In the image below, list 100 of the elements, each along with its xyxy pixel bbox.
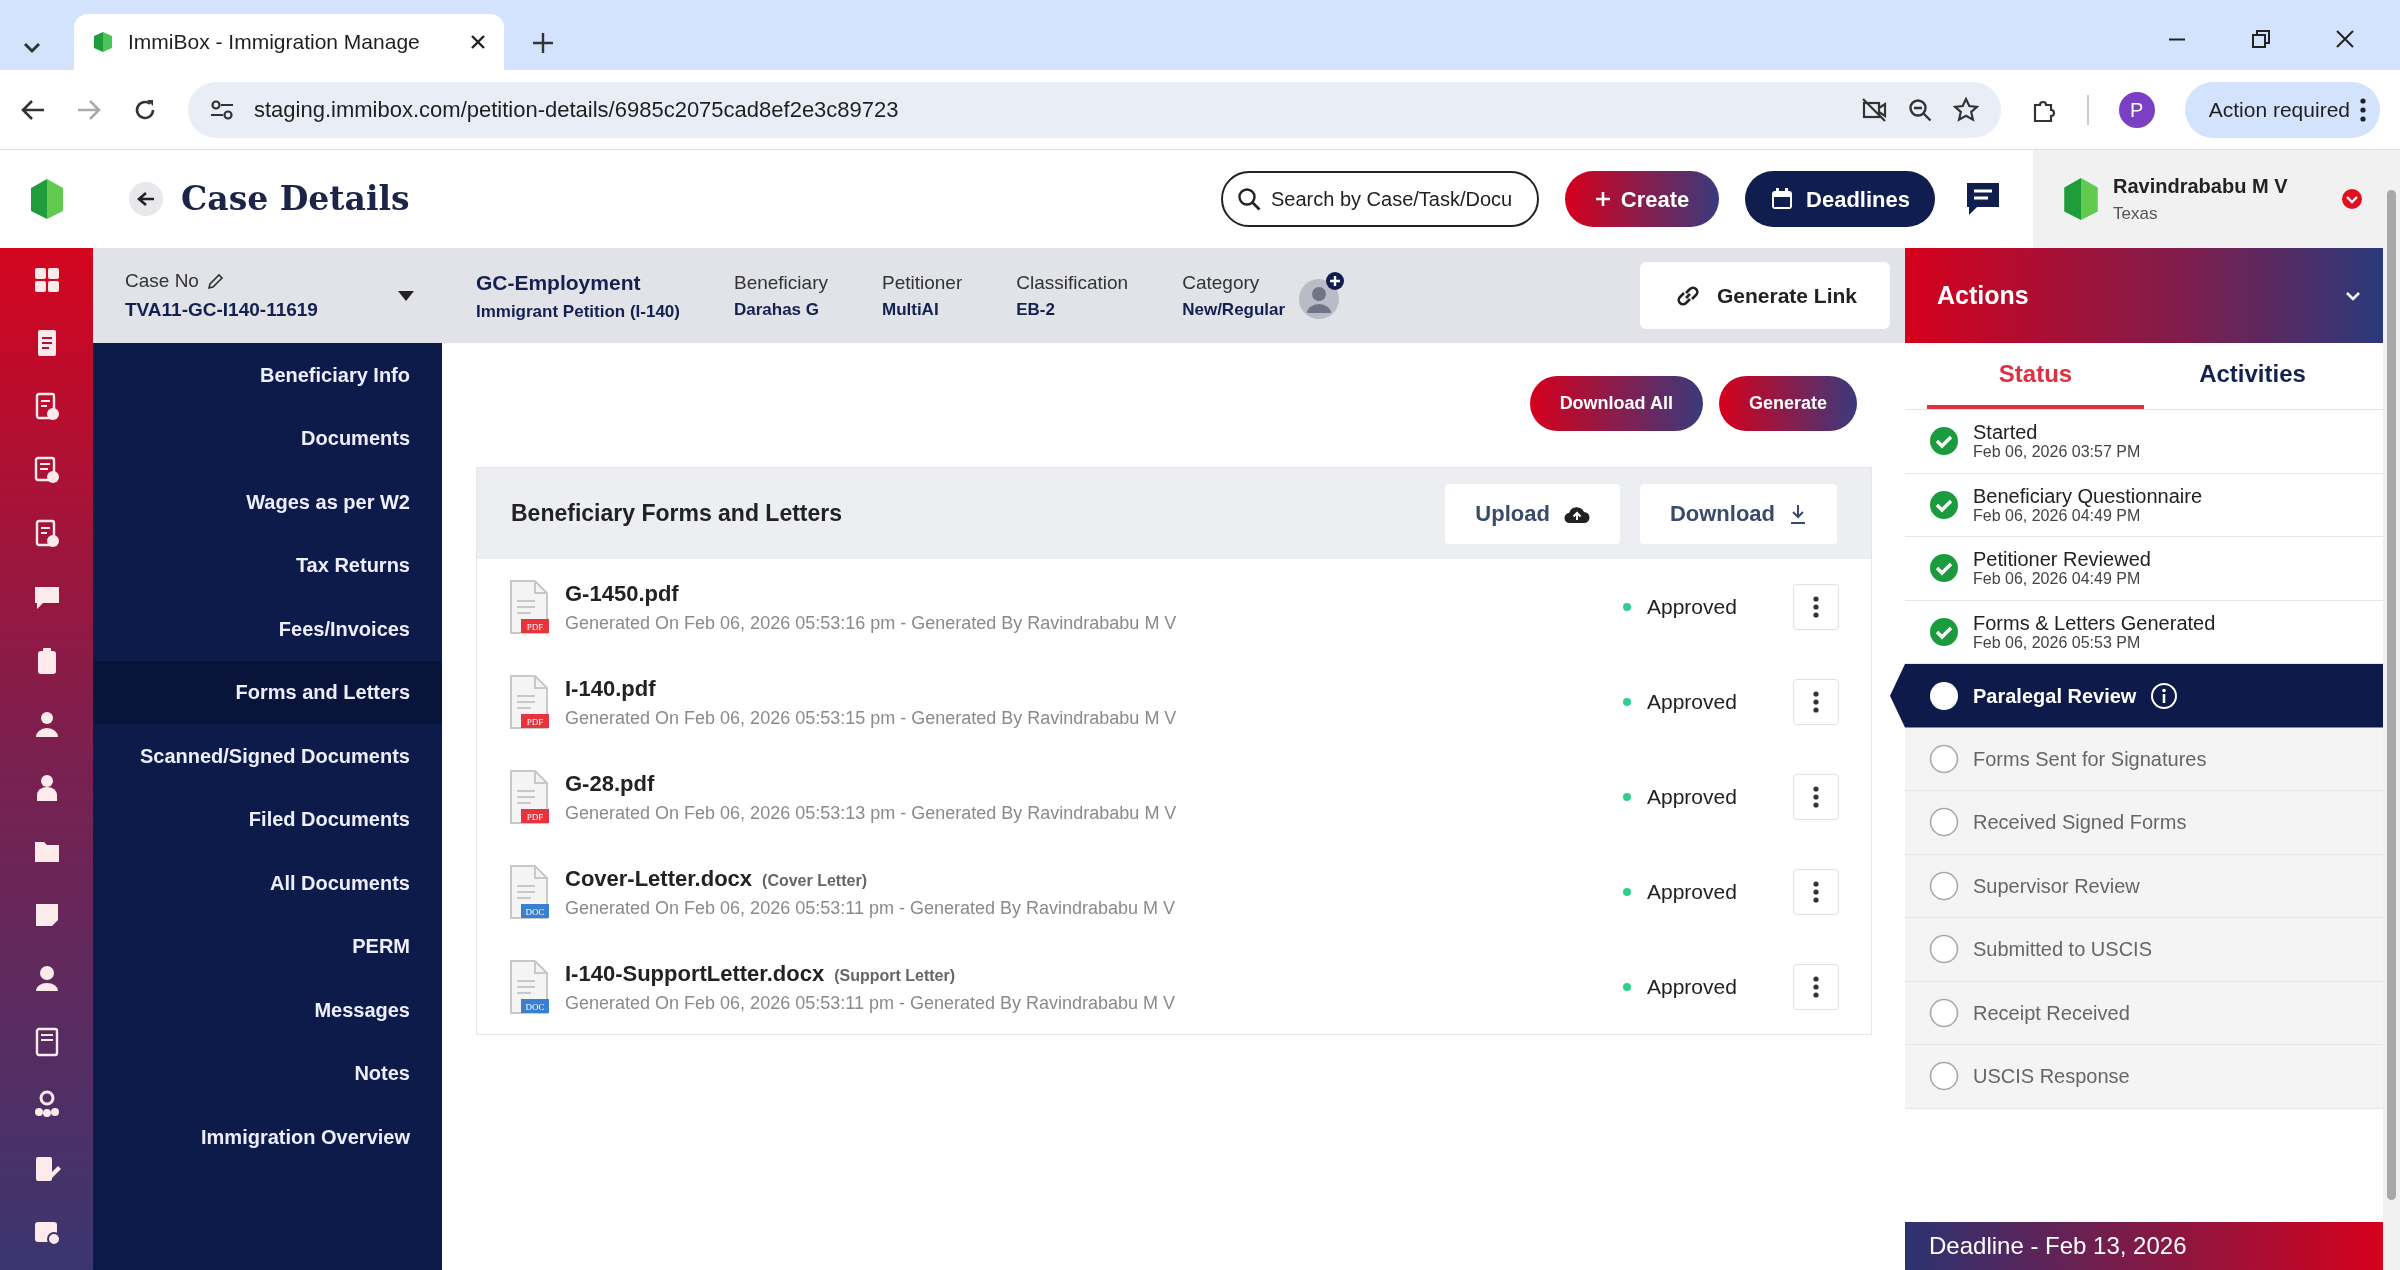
field-label: Petitioner [881, 270, 963, 295]
plus-icon [1594, 191, 1611, 207]
sidebar-item[interactable]: PERM [93, 914, 442, 978]
calendar-icon [1770, 187, 1795, 211]
file-name[interactable]: I-140.pdf [565, 671, 656, 705]
step-label: Petitioner Reviewed [1973, 548, 2151, 571]
sidebar-item[interactable]: All Documents [93, 851, 442, 915]
file-name[interactable]: G-1450.pdf [565, 576, 679, 610]
sliders-icon [210, 98, 234, 121]
file-type-label: (Support Letter) [834, 965, 956, 986]
sidebar-item[interactable]: Beneficiary Info [93, 343, 442, 407]
caret-down-icon [397, 290, 414, 301]
scrollbar-thumb[interactable] [2387, 190, 2396, 1200]
close-icon [2336, 30, 2354, 48]
download-button[interactable]: Download [1639, 483, 1837, 544]
logo-icon [2063, 177, 2099, 221]
back-arrow-icon [137, 191, 155, 207]
action-button[interactable]: Generate [1718, 376, 1857, 431]
file-icon: PDF [509, 578, 549, 635]
status-step[interactable]: Forms Sent for Signatures [1905, 727, 2383, 791]
sidebar-item[interactable]: Messages [93, 978, 442, 1042]
info-icon [2150, 681, 2179, 710]
field-label: Category [1182, 270, 1261, 295]
browser-tab[interactable]: ImmiBox - Immigration Manage [74, 14, 504, 70]
sidebar-item[interactable]: Tax Returns [93, 533, 442, 597]
status-step[interactable]: Supervisor Review [1905, 854, 2383, 918]
zoom-button[interactable] [1906, 96, 1933, 123]
upload-button[interactable]: Upload [1445, 483, 1620, 544]
field-value: EB-2 [1016, 299, 1056, 321]
close-icon [470, 34, 486, 50]
sidebar-item[interactable]: Scanned/Signed Documents [93, 724, 442, 788]
sidebar-item[interactable]: Forms and Letters [93, 660, 442, 724]
status-step[interactable]: Receipt Received [1905, 981, 2383, 1045]
step-label: Forms & Letters Generated [1973, 611, 2216, 634]
status-step[interactable]: Submitted to USCIS [1905, 918, 2383, 982]
chevron-down-icon [2341, 188, 2363, 210]
restore-button[interactable] [2252, 30, 2270, 48]
deadlines-button[interactable]: Deadlines [1745, 171, 1935, 227]
chevron-down-icon [2345, 290, 2361, 301]
status-step[interactable]: Paralegal Review [1890, 664, 2383, 728]
file-icon: DOC [509, 958, 549, 1015]
logo-icon [92, 30, 114, 54]
camera-blocked-button[interactable] [1860, 96, 1887, 123]
action-required-button[interactable]: Action required [2184, 81, 2380, 138]
kebab-menu-icon [2360, 97, 2366, 122]
file-details: Generated On Feb 06, 2026 05:53:16 pm - Generated By Ravindrababu M V [565, 611, 1177, 635]
more-options-button[interactable] [1793, 583, 1839, 630]
chevron-down-icon [23, 42, 41, 54]
status-dot [1623, 982, 1631, 991]
generate-link-button[interactable]: Generate Link [1640, 262, 1890, 329]
status-step[interactable]: Received Signed Forms [1905, 791, 2383, 855]
plus-icon [532, 32, 554, 54]
step-label: Paralegal Review [1973, 684, 2137, 707]
more-options-button[interactable] [1793, 773, 1839, 820]
more-options-button[interactable] [1793, 868, 1839, 915]
sidebar-item[interactable]: Immigration Overview [93, 1105, 442, 1169]
search-field[interactable]: Search by Case/Task/Docu [1221, 171, 1539, 227]
back-button[interactable] [129, 182, 163, 216]
sidebar-item[interactable]: Documents [93, 406, 442, 470]
close-window-button[interactable] [2336, 30, 2354, 48]
status-step[interactable]: USCIS Response [1905, 1045, 2383, 1109]
status-text: Approved [1647, 783, 1737, 810]
avatar-icon[interactable] [1299, 270, 1346, 321]
camera-off-icon [1860, 96, 1887, 123]
file-name[interactable]: I-140-SupportLetter.docx [565, 956, 825, 990]
new-tab-button[interactable] [532, 32, 554, 54]
logo-icon [29, 178, 64, 220]
status-dot [1623, 887, 1631, 896]
sidebar-item[interactable]: Notes [93, 1041, 442, 1105]
site-info-button[interactable] [210, 98, 234, 121]
step-time: Feb 06, 2026 05:53 PM [1973, 633, 2142, 652]
step-time: Feb 06, 2026 04:49 PM [1973, 506, 2141, 525]
tab[interactable]: Activities [2144, 343, 2361, 409]
case-number: TVA11-GC-I140-11619 [125, 297, 318, 322]
case-type: GC-Employment [475, 270, 642, 296]
create-button[interactable]: Create [1565, 171, 1719, 227]
kebab-menu-icon [1813, 785, 1819, 808]
action-button[interactable]: Download All [1529, 376, 1703, 431]
sidebar-item[interactable]: Filed Documents [93, 787, 442, 851]
status-dot [1623, 792, 1631, 801]
close-tab-button[interactable] [470, 34, 486, 50]
edit-button[interactable] [206, 272, 225, 291]
file-name[interactable]: G-28.pdf [565, 766, 655, 800]
minimize-button[interactable] [2168, 37, 2186, 41]
file-name[interactable]: Cover-Letter.docx [565, 861, 753, 895]
sidebar-item[interactable]: Wages as per W2 [93, 470, 442, 534]
more-options-button[interactable] [1793, 963, 1839, 1010]
collapse-button[interactable] [2345, 290, 2361, 301]
user-menu-button[interactable] [2341, 188, 2363, 210]
more-options-button[interactable] [1793, 678, 1839, 725]
step-label: Forms Sent for Signatures [1973, 747, 2207, 770]
sidebar-item[interactable]: Fees/Invoices [93, 597, 442, 661]
user-location: Texas [2113, 203, 2159, 226]
profile-avatar[interactable]: P [2118, 91, 2155, 128]
status-text: Approved [1647, 593, 1737, 620]
bookmark-button[interactable] [1952, 96, 1979, 123]
tab-title: ImmiBox - Immigration Manage [128, 29, 421, 56]
star-icon [1952, 96, 1979, 123]
case-dropdown-button[interactable] [397, 290, 414, 301]
case-subtype: Immigrant Petition (I-140) [475, 300, 680, 323]
